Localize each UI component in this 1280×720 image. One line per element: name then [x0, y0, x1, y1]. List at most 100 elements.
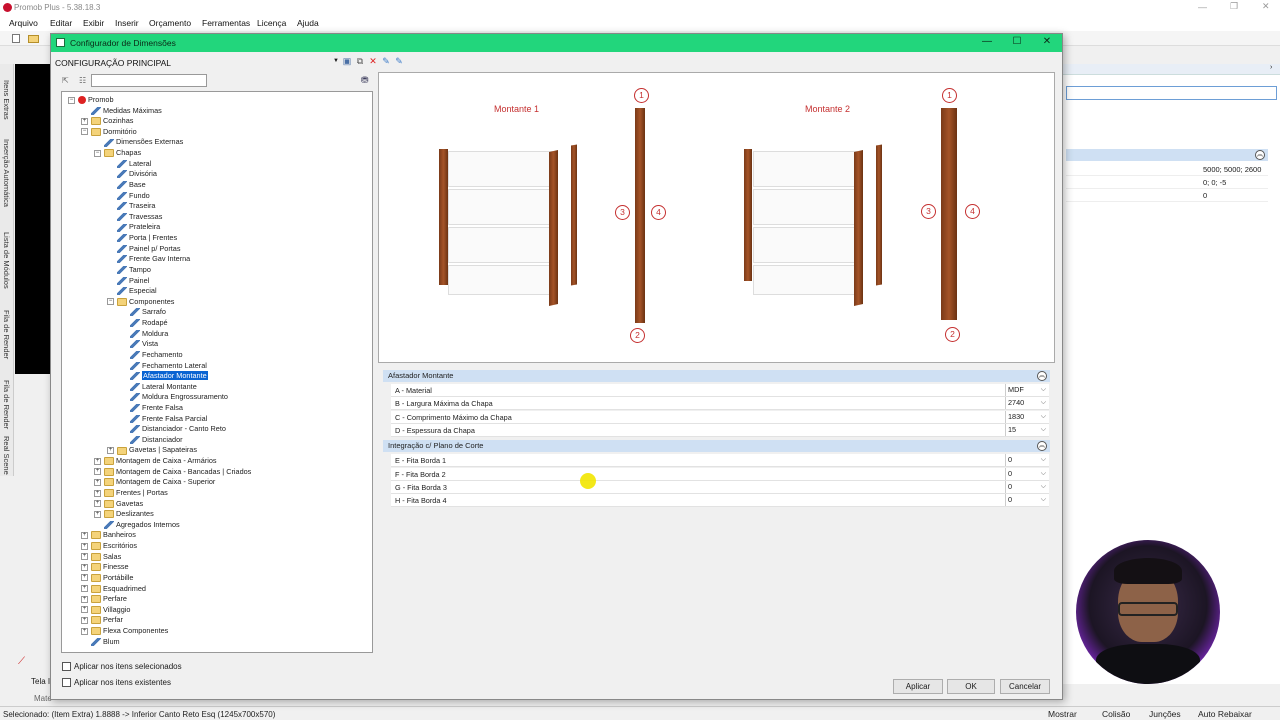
scroll-right-icon[interactable]: ›: [1270, 64, 1272, 71]
delete-icon[interactable]: ✕: [368, 56, 378, 66]
tree-node[interactable]: Divisória: [107, 169, 157, 179]
apply-existing-checkbox[interactable]: [62, 678, 71, 687]
expand-icon[interactable]: +: [81, 574, 88, 582]
property-value-select[interactable]: 15 ⌵: [1005, 423, 1049, 436]
side-tab-lista-modulos[interactable]: Lista de Módulos: [2, 232, 11, 289]
cancel-button[interactable]: Cancelar: [1000, 679, 1050, 694]
tree-node[interactable]: Lateral: [107, 159, 151, 169]
tree-node[interactable]: − Chapas: [94, 148, 141, 158]
dialog-close-icon[interactable]: ✕: [1038, 36, 1056, 50]
expand-icon[interactable]: +: [81, 563, 88, 571]
tree-node[interactable]: Lateral Montante: [120, 382, 197, 392]
property-value-select[interactable]: 2740 ⌵: [1005, 397, 1049, 410]
tree-node[interactable]: Frente Falsa: [120, 403, 183, 413]
tree-node[interactable]: Travessas: [107, 212, 162, 222]
menu-ferramentas[interactable]: Ferramentas: [202, 18, 250, 28]
tree-node[interactable]: + Montagem de Caixa - Bancadas | Criados: [94, 467, 251, 477]
tree-node[interactable]: Sarrafo: [120, 307, 166, 317]
tree-node[interactable]: Blum: [81, 637, 120, 647]
tree-node[interactable]: Agregados Internos: [94, 520, 180, 530]
ok-button[interactable]: OK: [947, 679, 995, 694]
status-juncoes[interactable]: Junções: [1149, 709, 1181, 719]
tree-search-input[interactable]: [91, 74, 207, 87]
tree-node[interactable]: Frente Falsa Parcial: [120, 414, 207, 424]
tree-node[interactable]: Distanciador - Canto Reto: [120, 424, 226, 434]
new-file-icon[interactable]: [12, 34, 20, 43]
menu-exibir[interactable]: Exibir: [83, 18, 104, 28]
property-value-select[interactable]: 0 ⌵: [1005, 467, 1049, 480]
save-icon[interactable]: ▣: [342, 56, 352, 66]
chevron-down-icon[interactable]: ⌵: [1041, 397, 1046, 409]
property-value-select[interactable]: 0 ⌵: [1005, 480, 1049, 493]
app-restore-icon[interactable]: ❐: [1230, 1, 1238, 12]
copy-icon[interactable]: ⧉: [355, 56, 365, 66]
right-panel-row[interactable]: 0; 0; -5: [1066, 176, 1268, 189]
expand-icon[interactable]: +: [94, 457, 101, 465]
side-tab-fila-render-2[interactable]: Fila de Render: [2, 380, 11, 429]
config-label[interactable]: CONFIGURAÇÃO PRINCIPAL: [55, 58, 171, 68]
expand-icon[interactable]: +: [81, 542, 88, 550]
property-value-select[interactable]: 0 ⌵: [1005, 454, 1049, 467]
menu-inserir[interactable]: Inserir: [115, 18, 139, 28]
property-value-select[interactable]: 0 ⌵: [1005, 494, 1049, 507]
expand-icon[interactable]: +: [94, 489, 101, 497]
binoculars-icon[interactable]: ⛃: [361, 75, 369, 86]
tree-node[interactable]: Fechamento Lateral: [120, 361, 207, 371]
chevron-down-icon[interactable]: ⌵: [1041, 468, 1046, 480]
tree-node[interactable]: Dimensões Externas: [94, 137, 183, 147]
edit-alt-icon[interactable]: ✎: [394, 56, 404, 66]
right-panel-row[interactable]: 5000; 5000; 2600: [1066, 163, 1268, 176]
tree-node[interactable]: Traseira: [107, 201, 156, 211]
dialog-minimize-icon[interactable]: —: [978, 36, 996, 50]
tree-node[interactable]: + Portábille: [81, 573, 133, 583]
side-tab-fila-render[interactable]: Fila de Render: [2, 310, 11, 359]
dropdown-arrow-icon[interactable]: ▼: [331, 56, 341, 66]
menu-orcamento[interactable]: Orçamento: [149, 18, 191, 28]
tree-node[interactable]: − Dormitório: [81, 127, 137, 137]
status-mostrar[interactable]: Mostrar: [1048, 709, 1077, 719]
collapse-icon[interactable]: −: [81, 128, 88, 136]
tree-node[interactable]: + Finesse: [81, 562, 129, 572]
expand-icon[interactable]: +: [81, 606, 88, 614]
chevron-down-icon[interactable]: ⌵: [1041, 481, 1046, 493]
tree-node[interactable]: Vista: [120, 339, 158, 349]
open-folder-icon[interactable]: [28, 35, 39, 43]
chevron-down-icon[interactable]: ⌵: [1041, 411, 1046, 423]
expand-icon[interactable]: +: [81, 585, 88, 593]
tree-node[interactable]: Tampo: [107, 265, 151, 275]
3d-viewport[interactable]: [15, 64, 50, 374]
side-tab-real-scene[interactable]: Real Scene: [2, 436, 11, 475]
tree-node[interactable]: Base: [107, 180, 146, 190]
tree-node[interactable]: + Frentes | Portas: [94, 488, 168, 498]
expand-icon[interactable]: +: [94, 500, 101, 508]
expand-icon[interactable]: +: [81, 595, 88, 603]
expand-icon[interactable]: +: [107, 447, 114, 455]
collapse-section-icon[interactable]: ︽: [1037, 371, 1047, 381]
tree-node[interactable]: + Cozinhas: [81, 116, 133, 126]
collapse-section-icon[interactable]: ︽: [1037, 441, 1047, 452]
tree-node[interactable]: + Villaggio: [81, 605, 130, 615]
apply-button[interactable]: Aplicar: [893, 679, 943, 694]
tree-node[interactable]: − Promob: [68, 95, 114, 105]
menu-licenca[interactable]: Licença: [257, 18, 286, 28]
expand-icon[interactable]: +: [94, 478, 101, 486]
apply-selected-checkbox[interactable]: [62, 662, 71, 671]
tree-node[interactable]: Frente Gav Interna: [107, 254, 190, 264]
tree-node[interactable]: + Montagem de Caixa - Armários: [94, 456, 217, 466]
tree-node[interactable]: Painel p/ Portas: [107, 244, 181, 254]
tree-node[interactable]: + Esquadrimed: [81, 584, 146, 594]
chevron-down-icon[interactable]: ⌵: [1041, 384, 1046, 396]
right-panel-section[interactable]: ︽: [1066, 149, 1268, 161]
tree-node[interactable]: Fechamento: [120, 350, 183, 360]
tree-node[interactable]: Afastador Montante: [120, 371, 208, 381]
expand-icon[interactable]: +: [94, 510, 101, 518]
chevron-down-icon[interactable]: ⌵: [1041, 424, 1046, 436]
side-tab-itens-extras[interactable]: Itens Extras: [2, 80, 11, 120]
collapse-icon[interactable]: ︽: [1255, 150, 1265, 160]
collapse-icon[interactable]: −: [68, 96, 75, 104]
expand-icon[interactable]: +: [81, 627, 88, 635]
tree-node[interactable]: Rodapé: [120, 318, 168, 328]
right-panel-input[interactable]: [1066, 86, 1277, 100]
tree-node[interactable]: Moldura: [120, 329, 168, 339]
property-value-select[interactable]: 1830 ⌵: [1005, 410, 1049, 423]
